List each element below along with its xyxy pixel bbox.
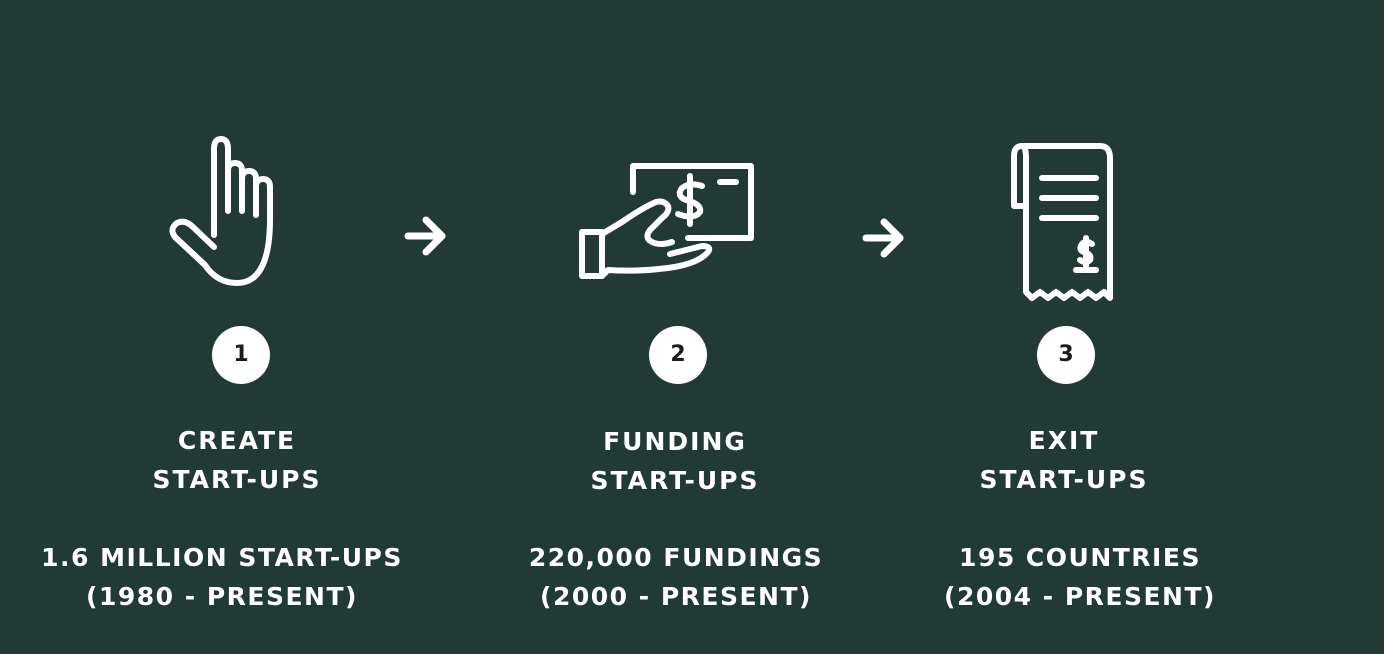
step-title-line: START-UPS [590,466,760,495]
receipt-icon [1010,142,1120,307]
step-number-badge: 3 [1037,326,1095,384]
step-number-badge: 2 [649,326,707,384]
step-title-line: EXIT [1028,426,1100,455]
pointing-hand-icon [165,135,295,295]
arrow-right-icon [404,214,450,262]
arrow-right-icon [862,216,908,264]
step-stat-range: (1980 - PRESENT) [86,582,358,611]
step-number-badge: 1 [212,326,270,384]
hand-holding-money-icon [578,162,758,282]
step-stat-value: 195 COUNTRIES [959,543,1201,572]
step-stat-value: 220,000 FUNDINGS [528,543,824,572]
step-title-line: CREATE [177,426,297,455]
step-title-line: START-UPS [152,465,322,494]
step-title: CREATE START-UPS [57,421,417,499]
step-stat-range: (2000 - PRESENT) [540,582,812,611]
step-stat: 1.6 MILLION START-UPS (1980 - PRESENT) [2,538,442,616]
step-title-line: START-UPS [979,465,1149,494]
step-stat: 195 COUNTRIES (2004 - PRESENT) [860,538,1300,616]
step-stat-value: 1.6 MILLION START-UPS [41,543,403,572]
step-stat-range: (2004 - PRESENT) [944,582,1216,611]
step-title: EXIT START-UPS [884,421,1244,499]
step-title: FUNDING START-UPS [495,422,855,500]
step-stat: 220,000 FUNDINGS (2000 - PRESENT) [456,538,896,616]
step-title-line: FUNDING [603,427,747,456]
